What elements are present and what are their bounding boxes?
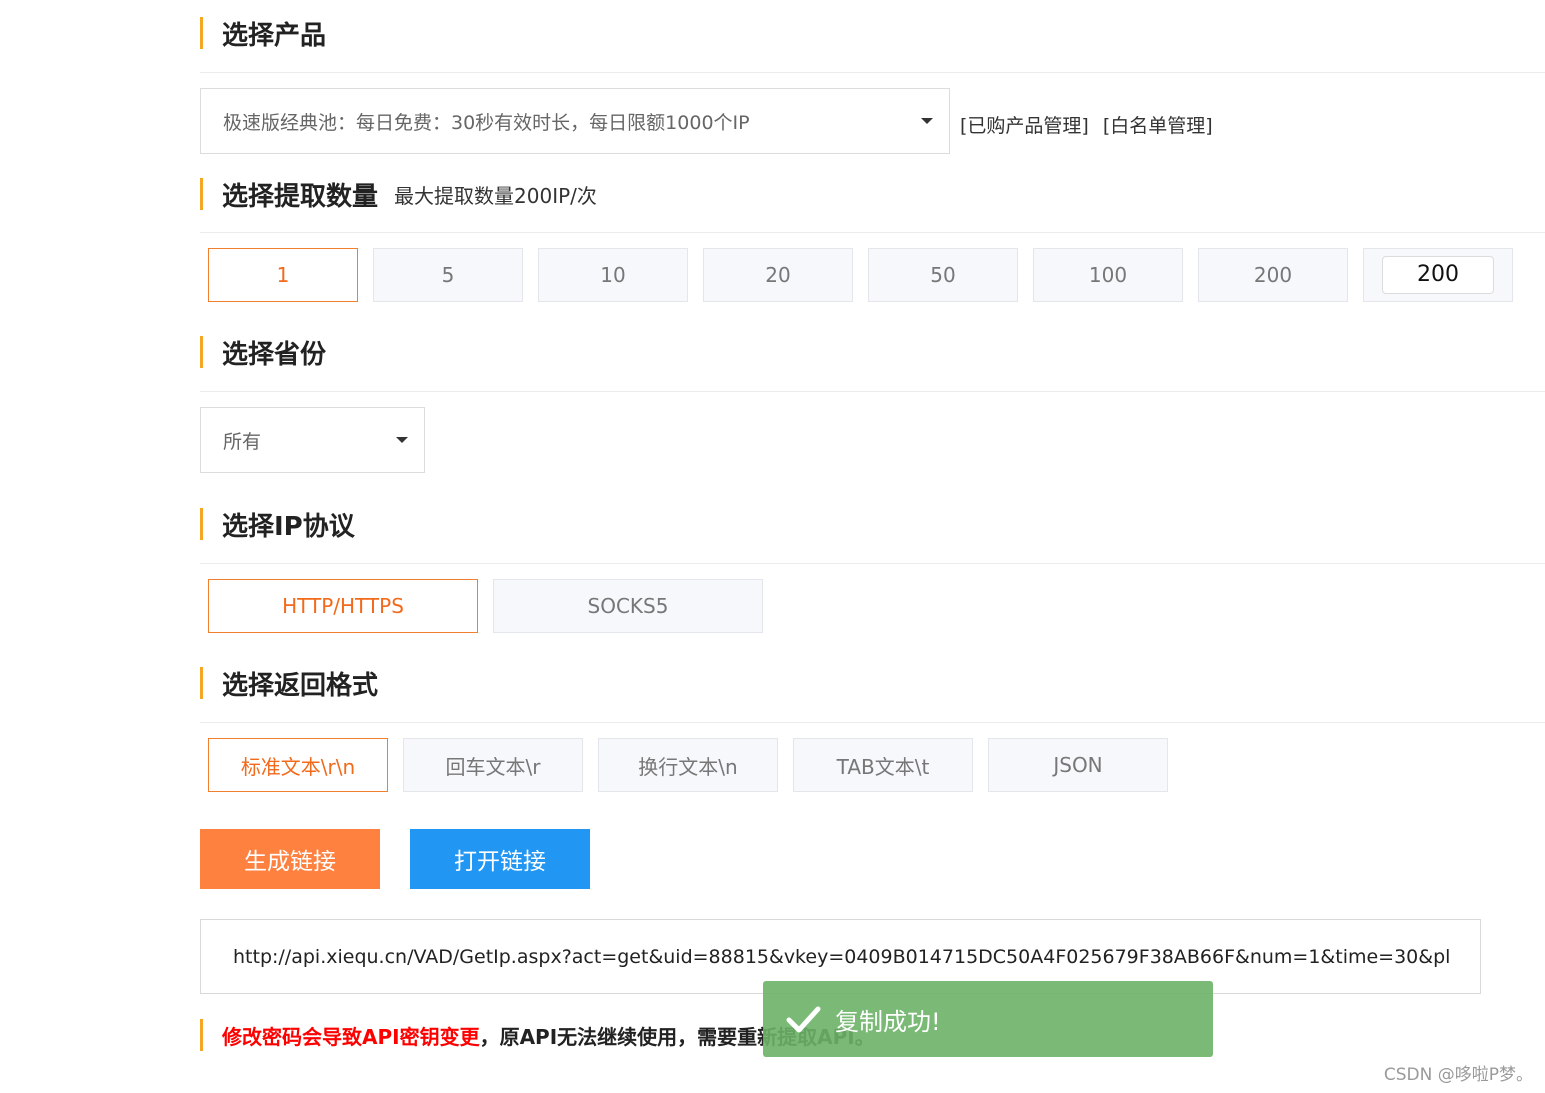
format-option[interactable]: TAB文本\t xyxy=(793,738,973,792)
format-option[interactable]: 标准文本\r\n xyxy=(208,738,388,792)
quantity-custom-option[interactable]: 200 xyxy=(1363,248,1513,302)
toast-message: 复制成功! xyxy=(835,1007,941,1036)
quantity-option[interactable]: 10 xyxy=(538,248,688,302)
purchased-products-link[interactable]: [已购产品管理] xyxy=(960,115,1089,137)
province-select-value: 所有 xyxy=(223,430,262,453)
format-option[interactable]: JSON xyxy=(988,738,1168,792)
divider xyxy=(200,232,1545,233)
quantity-option[interactable]: 20 xyxy=(703,248,853,302)
quantity-option[interactable]: 200 xyxy=(1198,248,1348,302)
province-select[interactable]: 所有 xyxy=(200,407,425,473)
section-title-product: 选择产品 xyxy=(200,17,326,51)
section-title-protocol: 选择IP协议 xyxy=(200,508,355,542)
format-option[interactable]: 回车文本\r xyxy=(403,738,583,792)
caret-down-icon xyxy=(921,118,933,124)
warning-red-text: 修改密码会导致API密钥变更 xyxy=(222,1024,480,1049)
protocol-option[interactable]: SOCKS5 xyxy=(493,579,763,633)
format-option[interactable]: 换行文本\n xyxy=(598,738,778,792)
generate-link-button[interactable]: 生成链接 xyxy=(200,829,380,889)
quantity-limit-note: 最大提取数量200IP/次 xyxy=(394,183,597,208)
divider xyxy=(200,722,1545,723)
copy-success-toast: 复制成功! xyxy=(763,981,1213,1057)
open-link-button[interactable]: 打开链接 xyxy=(410,829,590,889)
quantity-option[interactable]: 1 xyxy=(208,248,358,302)
divider xyxy=(200,563,1545,564)
protocol-option[interactable]: HTTP/HTTPS xyxy=(208,579,478,633)
divider xyxy=(200,391,1545,392)
quantity-option[interactable]: 100 xyxy=(1033,248,1183,302)
product-links: [已购产品管理] [白名单管理] xyxy=(960,111,1221,138)
api-url-text: http://api.xiequ.cn/VAD/GetIp.aspx?act=g… xyxy=(233,945,1450,968)
section-title-quantity: 选择提取数量 最大提取数量200IP/次 xyxy=(200,178,597,212)
section-title-format: 选择返回格式 xyxy=(200,667,378,701)
watermark: CSDN @哆啦P梦。 xyxy=(1383,1065,1533,1085)
quantity-option[interactable]: 5 xyxy=(373,248,523,302)
divider xyxy=(200,72,1545,73)
quantity-option[interactable]: 50 xyxy=(868,248,1018,302)
check-icon xyxy=(785,1001,821,1037)
product-select[interactable]: 极速版经典池：每日免费：30秒有效时长，每日限额1000个IP xyxy=(200,88,950,154)
section-title-province: 选择省份 xyxy=(200,336,326,370)
quantity-custom-input[interactable]: 200 xyxy=(1382,256,1494,294)
caret-down-icon xyxy=(396,437,408,443)
whitelist-link[interactable]: [白名单管理] xyxy=(1103,115,1213,137)
product-select-value: 极速版经典池：每日免费：30秒有效时长，每日限额1000个IP xyxy=(223,111,750,134)
